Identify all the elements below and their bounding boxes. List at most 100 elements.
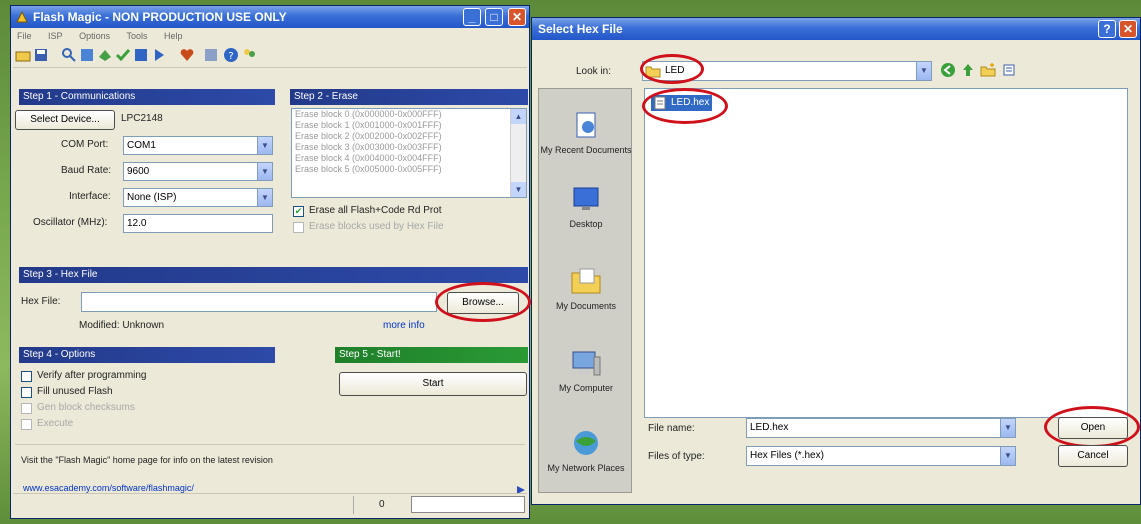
file-name-input[interactable]: LED.hex ▼ xyxy=(746,418,1016,438)
chevron-down-icon[interactable]: ▼ xyxy=(257,189,272,206)
place-network[interactable]: My Network Places xyxy=(539,427,633,473)
place-my-computer[interactable]: My Computer xyxy=(539,347,633,393)
erase-all-checkbox[interactable]: ✔ xyxy=(293,206,304,217)
more-info-link[interactable]: more info xyxy=(383,320,425,331)
modified-label: Modified: Unknown xyxy=(79,320,165,331)
flash-magic-titlebar[interactable]: Flash Magic - NON PRODUCTION USE ONLY _ … xyxy=(11,6,529,28)
save-icon[interactable] xyxy=(33,47,49,63)
look-in-label: Look in: xyxy=(576,66,612,77)
gen-checksum-checkbox[interactable] xyxy=(21,403,32,414)
interface-value: None (ISP) xyxy=(127,192,177,203)
chevron-down-icon[interactable]: ▼ xyxy=(1000,419,1015,437)
network-places-icon xyxy=(574,431,598,455)
menu-file[interactable]: File xyxy=(17,31,32,41)
help-button[interactable]: ? xyxy=(1098,20,1116,38)
interface-select[interactable]: None (ISP) ▼ xyxy=(123,188,273,207)
file-name-value: LED.hex xyxy=(750,422,789,433)
verify-checkbox[interactable] xyxy=(21,371,32,382)
erase-block-row[interactable]: Erase block 0 (0x000000-0x000FFF) xyxy=(292,109,526,120)
execute-checkbox[interactable] xyxy=(21,419,32,430)
blank-check-icon[interactable] xyxy=(79,47,95,63)
file-type-select[interactable]: Hex Files (*.hex) ▼ xyxy=(746,446,1016,466)
execute-label: Execute xyxy=(37,418,74,429)
erase-used-checkbox[interactable] xyxy=(293,222,304,233)
progress-bar xyxy=(411,496,525,513)
verify-icon[interactable] xyxy=(115,47,131,63)
file-item-led-hex[interactable]: LED.hex xyxy=(651,95,713,111)
com-port-select[interactable]: COM1 ▼ xyxy=(123,136,273,155)
menu-bar: File ISP Options Tools Help xyxy=(11,28,529,44)
places-bar: My Recent Documents Desktop My Documents… xyxy=(538,88,632,493)
chevron-down-icon[interactable]: ▼ xyxy=(257,163,272,180)
menu-tools[interactable]: Tools xyxy=(126,31,147,41)
erase-all-label: Erase all Flash+Code Rd Prot xyxy=(309,205,442,216)
erase-block-row[interactable]: Erase block 3 (0x003000-0x003FFF) xyxy=(292,142,526,153)
menu-options[interactable]: Options xyxy=(79,31,110,41)
menu-isp[interactable]: ISP xyxy=(48,31,63,41)
place-label: My Recent Documents xyxy=(540,145,632,155)
erase-block-row[interactable]: Erase block 2 (0x002000-0x002FFF) xyxy=(292,131,526,142)
start-button[interactable]: Start xyxy=(339,372,527,396)
look-in-select[interactable]: LED ▼ xyxy=(642,61,932,81)
oscillator-input[interactable]: 12.0 xyxy=(123,214,273,233)
erase-block-row[interactable]: Erase block 1 (0x001000-0x001FFF) xyxy=(292,120,526,131)
browse-button[interactable]: Browse... xyxy=(447,292,519,314)
new-folder-icon[interactable] xyxy=(980,62,996,78)
select-device-button[interactable]: Select Device... xyxy=(15,110,115,130)
up-folder-icon[interactable] xyxy=(960,62,976,78)
maximize-button[interactable]: □ xyxy=(485,8,503,26)
gen-checksum-label: Gen block checksums xyxy=(37,402,135,413)
heart-icon[interactable] xyxy=(179,47,195,63)
scroll-up-icon[interactable]: ▲ xyxy=(511,109,526,124)
chevron-down-icon[interactable]: ▼ xyxy=(257,137,272,154)
verify-label: Verify after programming xyxy=(37,370,147,381)
place-label: Desktop xyxy=(569,219,603,229)
file-type-label: Files of type: xyxy=(648,451,705,462)
info-line: Visit the "Flash Magic" home page for in… xyxy=(21,455,273,465)
program-icon[interactable] xyxy=(133,47,149,63)
dialog-title: Select Hex File xyxy=(538,22,623,36)
divider xyxy=(15,444,525,445)
status-bar: 0 xyxy=(13,493,527,516)
menu-help[interactable]: Help xyxy=(164,31,183,41)
homepage-link[interactable]: www.esacademy.com/software/flashmagic/ xyxy=(23,483,194,493)
hex-file-input[interactable] xyxy=(81,292,437,312)
my-computer-icon xyxy=(572,351,601,376)
open-button[interactable]: Open xyxy=(1058,417,1128,439)
settings-icon[interactable] xyxy=(203,47,219,63)
file-list[interactable]: LED.hex xyxy=(644,88,1128,418)
place-desktop[interactable]: Desktop xyxy=(539,183,633,229)
view-menu-icon[interactable] xyxy=(1002,62,1018,78)
erase-block-list[interactable]: Erase block 0 (0x000000-0x000FFF) Erase … xyxy=(291,108,527,198)
status-value: 0 xyxy=(379,499,385,510)
toolbar: ? xyxy=(13,45,527,68)
file-name-label: File name: xyxy=(648,423,695,434)
close-button[interactable]: ✕ xyxy=(508,8,526,26)
search-icon[interactable] xyxy=(61,47,77,63)
scroll-down-icon[interactable]: ▼ xyxy=(511,182,526,197)
my-documents-icon xyxy=(571,268,601,294)
place-label: My Documents xyxy=(555,301,617,311)
cancel-button[interactable]: Cancel xyxy=(1058,445,1128,467)
run-icon[interactable] xyxy=(151,47,167,63)
fill-unused-label: Fill unused Flash xyxy=(37,386,113,397)
erase-icon[interactable] xyxy=(97,47,113,63)
baud-rate-label: Baud Rate: xyxy=(61,165,112,176)
select-hex-file-dialog: Select Hex File ? ✕ Look in: LED ▼ My Re… xyxy=(531,17,1141,505)
back-icon[interactable] xyxy=(940,62,956,78)
people-icon[interactable] xyxy=(241,47,257,63)
erase-block-row[interactable]: Erase block 5 (0x005000-0x005FFF) xyxy=(292,164,526,175)
erase-list-scrollbar[interactable]: ▲ ▼ xyxy=(510,109,526,197)
fill-unused-checkbox[interactable] xyxy=(21,387,32,398)
help-icon[interactable]: ? xyxy=(223,47,239,63)
minimize-button[interactable]: _ xyxy=(463,8,481,26)
dialog-close-button[interactable]: ✕ xyxy=(1119,20,1137,38)
place-my-documents[interactable]: My Documents xyxy=(539,265,633,311)
baud-rate-select[interactable]: 9600 ▼ xyxy=(123,162,273,181)
place-recent-documents[interactable]: My Recent Documents xyxy=(539,109,633,155)
dialog-titlebar[interactable]: Select Hex File ? ✕ xyxy=(532,18,1140,40)
chevron-down-icon[interactable]: ▼ xyxy=(916,62,931,80)
open-icon[interactable] xyxy=(15,47,31,63)
chevron-down-icon[interactable]: ▼ xyxy=(1000,447,1015,465)
erase-block-row[interactable]: Erase block 4 (0x004000-0x004FFF) xyxy=(292,153,526,164)
